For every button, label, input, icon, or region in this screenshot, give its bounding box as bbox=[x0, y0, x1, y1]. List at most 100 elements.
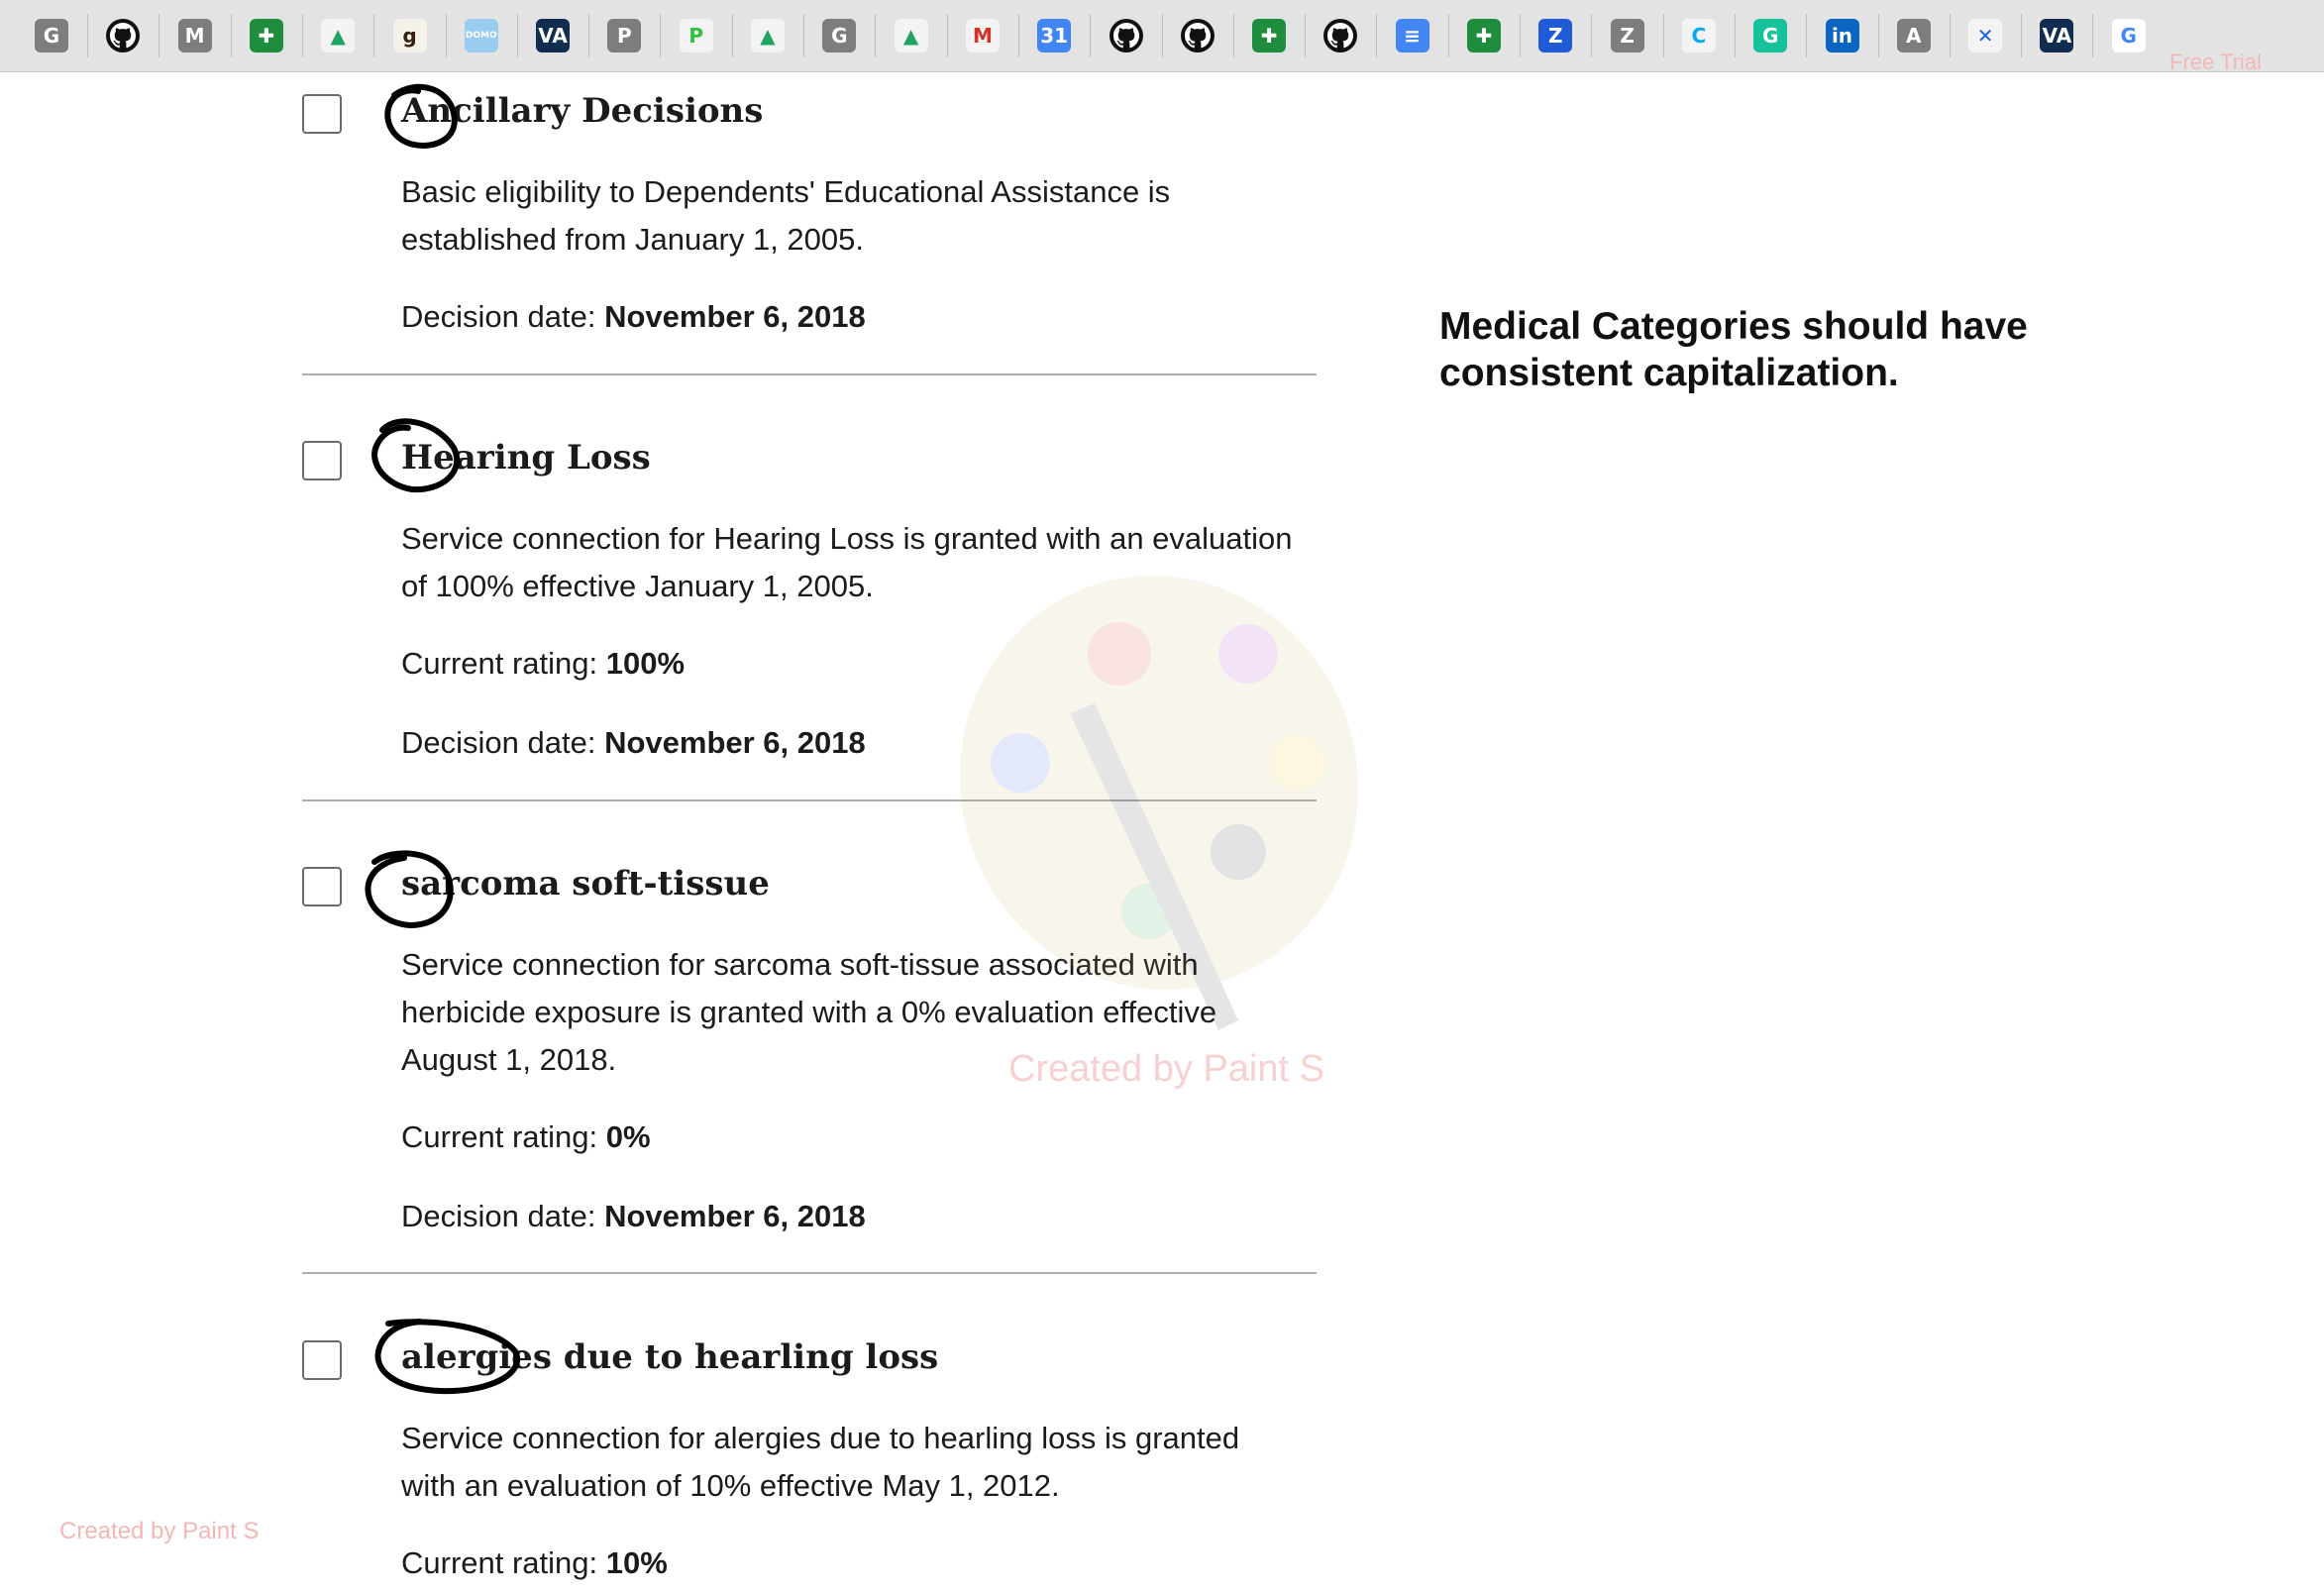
google-drive-icon-glyph: ▲ bbox=[321, 19, 356, 53]
google-drive-icon[interactable]: ▲ bbox=[316, 14, 360, 57]
a-gray-icon[interactable]: A bbox=[1892, 14, 1936, 57]
g-gray-icon-glyph: G bbox=[822, 19, 857, 53]
bookmark-separator bbox=[1734, 14, 1736, 57]
bookmarks-bar: G M ✚ ▲ g DOMO VA P P ▲ G ▲ M 31 ✚ ≡ ✚ Z Z C Gin A ✕ VA G bbox=[0, 0, 2324, 72]
g-gray-icon[interactable]: G bbox=[817, 14, 861, 57]
google-docs-icon[interactable]: ≡ bbox=[1391, 14, 1434, 57]
google-calendar-icon[interactable]: 31 bbox=[1032, 14, 1076, 57]
grammarly-icon[interactable]: G bbox=[1748, 14, 1792, 57]
m-gray-icon-glyph: M bbox=[177, 19, 212, 53]
decision-date-label: Decision date: bbox=[401, 299, 596, 334]
decision-date-value: November 6, 2018 bbox=[604, 299, 866, 334]
google-sheets-icon-glyph: ✚ bbox=[249, 19, 283, 53]
decision-date: Decision date: November 6, 2018 bbox=[401, 725, 866, 761]
p-gray-icon[interactable]: P bbox=[602, 14, 646, 57]
decision-checkbox[interactable] bbox=[302, 441, 342, 480]
google-sheets-icon[interactable]: ✚ bbox=[245, 14, 288, 57]
google-icon[interactable]: G bbox=[2107, 14, 2151, 57]
decision-description: Service connection for alergies due to h… bbox=[401, 1421, 1240, 1503]
decision-date: Decision date: November 6, 2018 bbox=[401, 1199, 866, 1234]
decision-checkbox[interactable] bbox=[302, 94, 342, 134]
bookmark-separator bbox=[1447, 14, 1449, 57]
clockify-icon[interactable]: C bbox=[1677, 14, 1721, 57]
github-icon[interactable] bbox=[1176, 14, 1219, 57]
bookmark-separator bbox=[2092, 14, 2094, 57]
a-gray-icon-glyph: A bbox=[1896, 19, 1931, 53]
goodreads-icon-glyph: g bbox=[392, 19, 427, 53]
bookmark-separator bbox=[1520, 14, 1521, 57]
github-icon-glyph bbox=[106, 19, 141, 53]
decision-checkbox[interactable] bbox=[302, 1340, 342, 1380]
decision-date-value: November 6, 2018 bbox=[604, 1199, 866, 1233]
linkedin-icon-glyph: in bbox=[1825, 19, 1859, 53]
current-rating: Current rating: 10% bbox=[401, 1545, 668, 1581]
current-rating-value: 10% bbox=[605, 1545, 668, 1580]
bookmark-separator bbox=[946, 14, 948, 57]
domo-icon[interactable]: DOMO bbox=[460, 14, 503, 57]
z-gray-icon-glyph: Z bbox=[1610, 19, 1644, 53]
bookmark-separator bbox=[875, 14, 877, 57]
decision-date-label: Decision date: bbox=[401, 725, 596, 760]
bookmark-separator bbox=[1806, 14, 1808, 57]
bookmark-separator bbox=[803, 14, 804, 57]
linkedin-icon[interactable]: in bbox=[1821, 14, 1864, 57]
va-icon[interactable]: VA bbox=[2035, 14, 2078, 57]
decision-description: Basic eligibility to Dependents' Educati… bbox=[401, 174, 1171, 257]
bookmark-separator bbox=[158, 14, 160, 57]
current-rating-label: Current rating: bbox=[401, 646, 598, 681]
divider bbox=[302, 373, 1317, 375]
decision-title: sarcoma soft-tissue bbox=[401, 864, 770, 904]
google-sheets-icon[interactable]: ✚ bbox=[1247, 14, 1291, 57]
current-rating-value: 0% bbox=[605, 1119, 651, 1154]
g-gray-icon-glyph: G bbox=[35, 19, 68, 53]
va-icon[interactable]: VA bbox=[531, 14, 575, 57]
github-icon[interactable] bbox=[1319, 14, 1362, 57]
grammarly-icon-glyph: G bbox=[1753, 19, 1788, 53]
bookmark-separator bbox=[87, 14, 88, 57]
g-gray-icon[interactable]: G bbox=[30, 14, 73, 57]
google-sheets-icon[interactable]: ✚ bbox=[1462, 14, 1506, 57]
google-drive-icon-glyph: ▲ bbox=[751, 19, 785, 53]
google-docs-icon-glyph: ≡ bbox=[1395, 19, 1429, 53]
free-trial-watermark: Free Trial bbox=[2169, 50, 2262, 74]
clockify-icon-glyph: C bbox=[1681, 19, 1716, 53]
github-icon[interactable] bbox=[101, 14, 145, 57]
github-icon-glyph bbox=[1109, 19, 1143, 53]
gmail-icon-glyph: M bbox=[965, 19, 1000, 53]
github-icon[interactable] bbox=[1105, 14, 1148, 57]
confluence-icon[interactable]: ✕ bbox=[1963, 14, 2007, 57]
google-drive-icon[interactable]: ▲ bbox=[746, 14, 790, 57]
bookmark-separator bbox=[1305, 14, 1307, 57]
decision-checkbox[interactable] bbox=[302, 867, 342, 906]
bookmark-separator bbox=[731, 14, 733, 57]
bookmark-separator bbox=[1161, 14, 1163, 57]
goodreads-icon[interactable]: g bbox=[388, 14, 432, 57]
zendesk-blue-icon[interactable]: Z bbox=[1533, 14, 1577, 57]
z-gray-icon[interactable]: Z bbox=[1606, 14, 1649, 57]
bookmark-separator bbox=[516, 14, 518, 57]
m-gray-icon[interactable]: M bbox=[173, 14, 217, 57]
paint-watermark-text: Created by Paint S bbox=[1008, 1048, 1324, 1090]
current-rating-label: Current rating: bbox=[401, 1545, 598, 1580]
decision-date-value: November 6, 2018 bbox=[604, 725, 866, 760]
confluence-icon-glyph: ✕ bbox=[1968, 19, 2003, 53]
annotation-note: Medical Categories should have consisten… bbox=[1439, 305, 2028, 394]
decision-item: alergies due to hearling loss Service co… bbox=[302, 1337, 1317, 1595]
google-drive-icon[interactable]: ▲ bbox=[890, 14, 933, 57]
divider bbox=[302, 1272, 1317, 1274]
current-rating: Current rating: 100% bbox=[401, 646, 685, 682]
domo-icon-glyph: DOMO bbox=[464, 19, 498, 53]
decision-item: Ancillary Decisions Basic eligibility to… bbox=[302, 91, 1317, 369]
bookmark-separator bbox=[2021, 14, 2023, 57]
pivotal-icon[interactable]: P bbox=[675, 14, 718, 57]
current-rating: Current rating: 0% bbox=[401, 1119, 651, 1155]
decision-date: Decision date: November 6, 2018 bbox=[401, 299, 866, 335]
bookmark-separator bbox=[1090, 14, 1092, 57]
pivotal-icon-glyph: P bbox=[679, 19, 713, 53]
decision-title: alergies due to hearling loss bbox=[401, 1337, 939, 1377]
paint-palette-watermark-icon bbox=[959, 576, 1359, 1030]
p-gray-icon-glyph: P bbox=[607, 19, 642, 53]
current-rating-value: 100% bbox=[605, 646, 686, 681]
va-icon-glyph: VA bbox=[536, 19, 571, 53]
gmail-icon[interactable]: M bbox=[961, 14, 1004, 57]
